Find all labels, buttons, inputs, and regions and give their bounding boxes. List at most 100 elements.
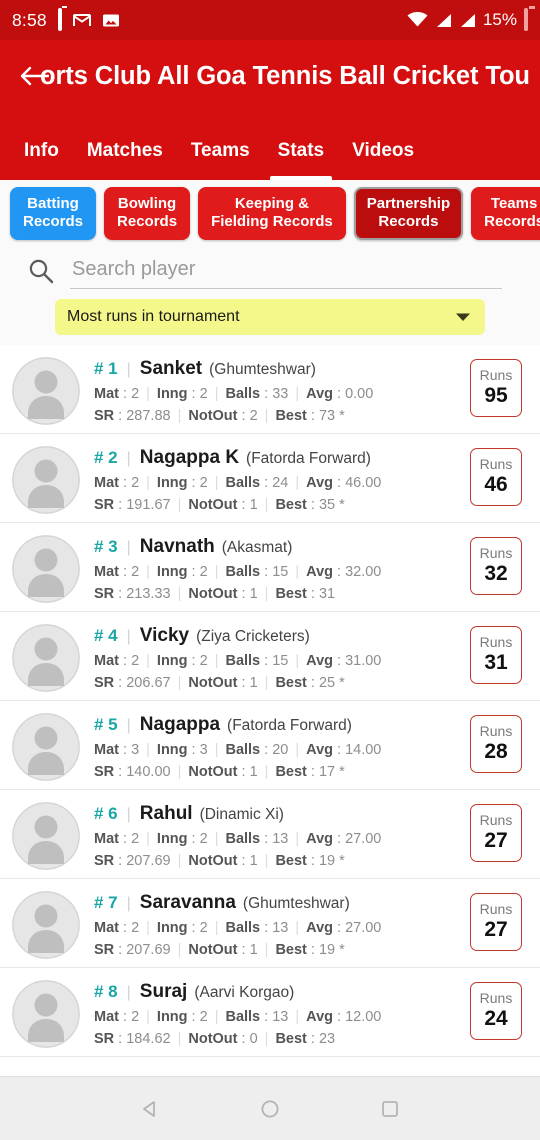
player-stats-line-1: Mat : 2 | Inng : 2 | Balls : 13 | Avg : 27.00 bbox=[94, 919, 382, 936]
player-stats-line-1: Mat : 2 | Inng : 2 | Balls : 13 | Avg : 12.00 bbox=[94, 1008, 382, 1025]
tab-videos[interactable]: Videos bbox=[338, 140, 428, 180]
runs-value: 27 bbox=[484, 828, 508, 852]
runs-badge: Runs 28 bbox=[470, 714, 522, 773]
search-bar[interactable]: Search player bbox=[0, 247, 540, 299]
runs-value: 27 bbox=[484, 917, 508, 941]
player-team: (Dinamic Xi) bbox=[199, 805, 284, 823]
player-team: (Akasmat) bbox=[221, 538, 293, 556]
player-team: (Ghumteshwar) bbox=[242, 894, 350, 912]
page-title: orts Club All Goa Tennis Ball Cricket To… bbox=[40, 61, 530, 90]
battery-percent-label: 15% bbox=[482, 10, 517, 29]
search-input[interactable]: Search player bbox=[70, 254, 502, 289]
chip-line-2: Fielding Records bbox=[211, 213, 333, 231]
player-name: Suraj bbox=[139, 980, 188, 1002]
chip-line-1: Batting bbox=[27, 195, 79, 212]
divider: | bbox=[126, 449, 131, 467]
player-stats-line-1: Mat : 2 | Inng : 2 | Balls : 24 | Avg : 46.00 bbox=[94, 474, 382, 491]
avatar bbox=[12, 356, 80, 425]
player-row[interactable]: # 8 | Suraj (Aarvi Korgao) Mat : 2 | Inng : 2 |… bbox=[0, 968, 540, 1057]
player-heading: # 8 | Suraj (Aarvi Korgao) bbox=[94, 981, 460, 1003]
player-name: Nagappa bbox=[139, 713, 221, 735]
player-stats-line-1: Mat : 2 | Inng : 2 | Balls : 33 | Avg : 0.00 bbox=[94, 385, 374, 402]
player-row[interactable]: # 1 | Sanket (Ghumteshwar) Mat : 2 | Inng : 2 |… bbox=[0, 345, 540, 434]
player-stats-line-2: SR : 213.33 | NotOut : 1 | Best : 31 bbox=[94, 585, 336, 602]
runs-badge: Runs 31 bbox=[470, 625, 522, 684]
divider: | bbox=[126, 805, 131, 823]
player-heading: # 7 | Saravanna (Ghumteshwar) bbox=[94, 892, 460, 914]
chip-batting-records[interactable]: Batting Records bbox=[10, 187, 97, 240]
record-type-chip-bar[interactable]: Batting Records Bowling Records Keeping … bbox=[0, 180, 540, 248]
tab-bar: Info Matches Teams Stats Videos bbox=[0, 112, 540, 180]
player-stats-line-2: SR : 140.00 | NotOut : 1 | Best : 17 * bbox=[94, 763, 345, 780]
divider: | bbox=[126, 538, 131, 556]
signal-icon bbox=[435, 13, 452, 28]
nav-home-button[interactable] bbox=[248, 1087, 292, 1131]
player-stats-line-2: SR : 207.69 | NotOut : 1 | Best : 19 * bbox=[94, 941, 345, 958]
runs-value: 32 bbox=[484, 561, 508, 585]
avatar bbox=[12, 801, 80, 870]
player-stats-line-1: Mat : 2 | Inng : 2 | Balls : 13 | Avg : 27.00 bbox=[94, 830, 382, 847]
chip-keeping-fielding-records[interactable]: Keeping & Fielding Records bbox=[198, 187, 346, 240]
player-stats-line-1: Mat : 3 | Inng : 3 | Balls : 20 | Avg : 14.00 bbox=[94, 741, 382, 758]
player-heading: # 5 | Nagappa (Fatorda Forward) bbox=[94, 714, 460, 736]
avatar bbox=[12, 623, 80, 692]
avatar bbox=[12, 534, 80, 603]
player-stats-line-2: SR : 191.67 | NotOut : 1 | Best : 35 * bbox=[94, 496, 345, 513]
chip-line-1: Partnership bbox=[366, 195, 451, 212]
player-rank: # 2 bbox=[94, 447, 118, 467]
app-bar-top: orts Club All Goa Tennis Ball Cricket To… bbox=[0, 40, 540, 112]
tab-teams[interactable]: Teams bbox=[177, 140, 264, 180]
chip-line-2: Records bbox=[117, 213, 178, 231]
player-stats-line-1: Mat : 2 | Inng : 2 | Balls : 15 | Avg : 31.00 bbox=[94, 652, 382, 669]
player-row[interactable]: # 3 | Navnath (Akasmat) Mat : 2 | Inng : 2 | Bal… bbox=[0, 523, 540, 612]
runs-value: 95 bbox=[484, 383, 508, 407]
home-circle-icon bbox=[260, 1099, 280, 1119]
player-heading: # 6 | Rahul (Dinamic Xi) bbox=[94, 803, 460, 825]
player-rank: # 5 bbox=[94, 714, 118, 734]
player-row[interactable]: # 6 | Rahul (Dinamic Xi) Mat : 2 | Inng : 2 | Ba… bbox=[0, 790, 540, 879]
player-team: (Ghumteshwar) bbox=[209, 360, 316, 378]
runs-badge: Runs 46 bbox=[470, 447, 522, 506]
player-stats-list[interactable]: # 1 | Sanket (Ghumteshwar) Mat : 2 | Inng : 2 |… bbox=[0, 344, 540, 1076]
recents-square-icon bbox=[380, 1099, 400, 1119]
search-placeholder: Search player bbox=[72, 257, 196, 280]
status-bar-clock: 8:58 bbox=[12, 9, 47, 30]
player-rank: # 8 bbox=[94, 981, 118, 1001]
photo-icon bbox=[102, 13, 120, 28]
player-info: # 1 | Sanket (Ghumteshwar) Mat : 2 | Inng : 2 |… bbox=[80, 355, 466, 424]
player-team: (Fatorda Forward) bbox=[246, 449, 371, 467]
chip-partnership-records[interactable]: Partnership Records bbox=[353, 187, 464, 240]
runs-badge: Runs 24 bbox=[470, 981, 522, 1040]
nav-recents-button[interactable] bbox=[368, 1087, 412, 1131]
divider: | bbox=[126, 627, 131, 645]
app-bar: orts Club All Goa Tennis Ball Cricket To… bbox=[0, 40, 540, 180]
runs-label: Runs bbox=[479, 455, 513, 472]
chip-bowling-records[interactable]: Bowling Records bbox=[104, 187, 191, 240]
player-row[interactable]: # 7 | Saravanna (Ghumteshwar) Mat : 2 | Inng :… bbox=[0, 879, 540, 968]
chevron-down-icon bbox=[455, 312, 471, 322]
tab-stats[interactable]: Stats bbox=[264, 140, 338, 180]
player-stats-line-2: SR : 287.88 | NotOut : 2 | Best : 73 * bbox=[94, 407, 345, 424]
search-icon bbox=[28, 258, 54, 284]
filter-dropdown[interactable]: Most runs in tournament bbox=[55, 298, 485, 335]
tab-info[interactable]: Info bbox=[10, 140, 73, 180]
filter-dropdown-value: Most runs in tournament bbox=[67, 307, 240, 325]
signal-icon bbox=[459, 13, 476, 28]
player-row[interactable]: # 2 | Nagappa K (Fatorda Forward) Mat : 2 | In… bbox=[0, 434, 540, 523]
chip-teams-records[interactable]: Teams Records bbox=[471, 187, 540, 240]
player-name: Navnath bbox=[139, 535, 215, 557]
player-rank: # 3 bbox=[94, 536, 118, 556]
runs-label: Runs bbox=[479, 722, 513, 739]
runs-label: Runs bbox=[479, 544, 513, 561]
nav-back-button[interactable] bbox=[128, 1087, 172, 1131]
tab-matches[interactable]: Matches bbox=[73, 140, 177, 180]
player-rank: # 4 bbox=[94, 625, 118, 645]
player-info: # 5 | Nagappa (Fatorda Forward) Mat : 3 | Inng… bbox=[80, 711, 466, 780]
player-row[interactable]: # 5 | Nagappa (Fatorda Forward) Mat : 3 | Inng… bbox=[0, 701, 540, 790]
player-info: # 3 | Navnath (Akasmat) Mat : 2 | Inng : 2 | Bal… bbox=[80, 533, 466, 602]
player-row[interactable]: # 4 | Vicky (Ziya Cricketers) Mat : 2 | Inng :… bbox=[0, 612, 540, 701]
gmail-icon bbox=[72, 13, 91, 27]
runs-badge: Runs 27 bbox=[470, 803, 522, 862]
player-info: # 6 | Rahul (Dinamic Xi) Mat : 2 | Inng : 2 | Ba… bbox=[80, 800, 466, 869]
player-heading: # 2 | Nagappa K (Fatorda Forward) bbox=[94, 447, 460, 469]
